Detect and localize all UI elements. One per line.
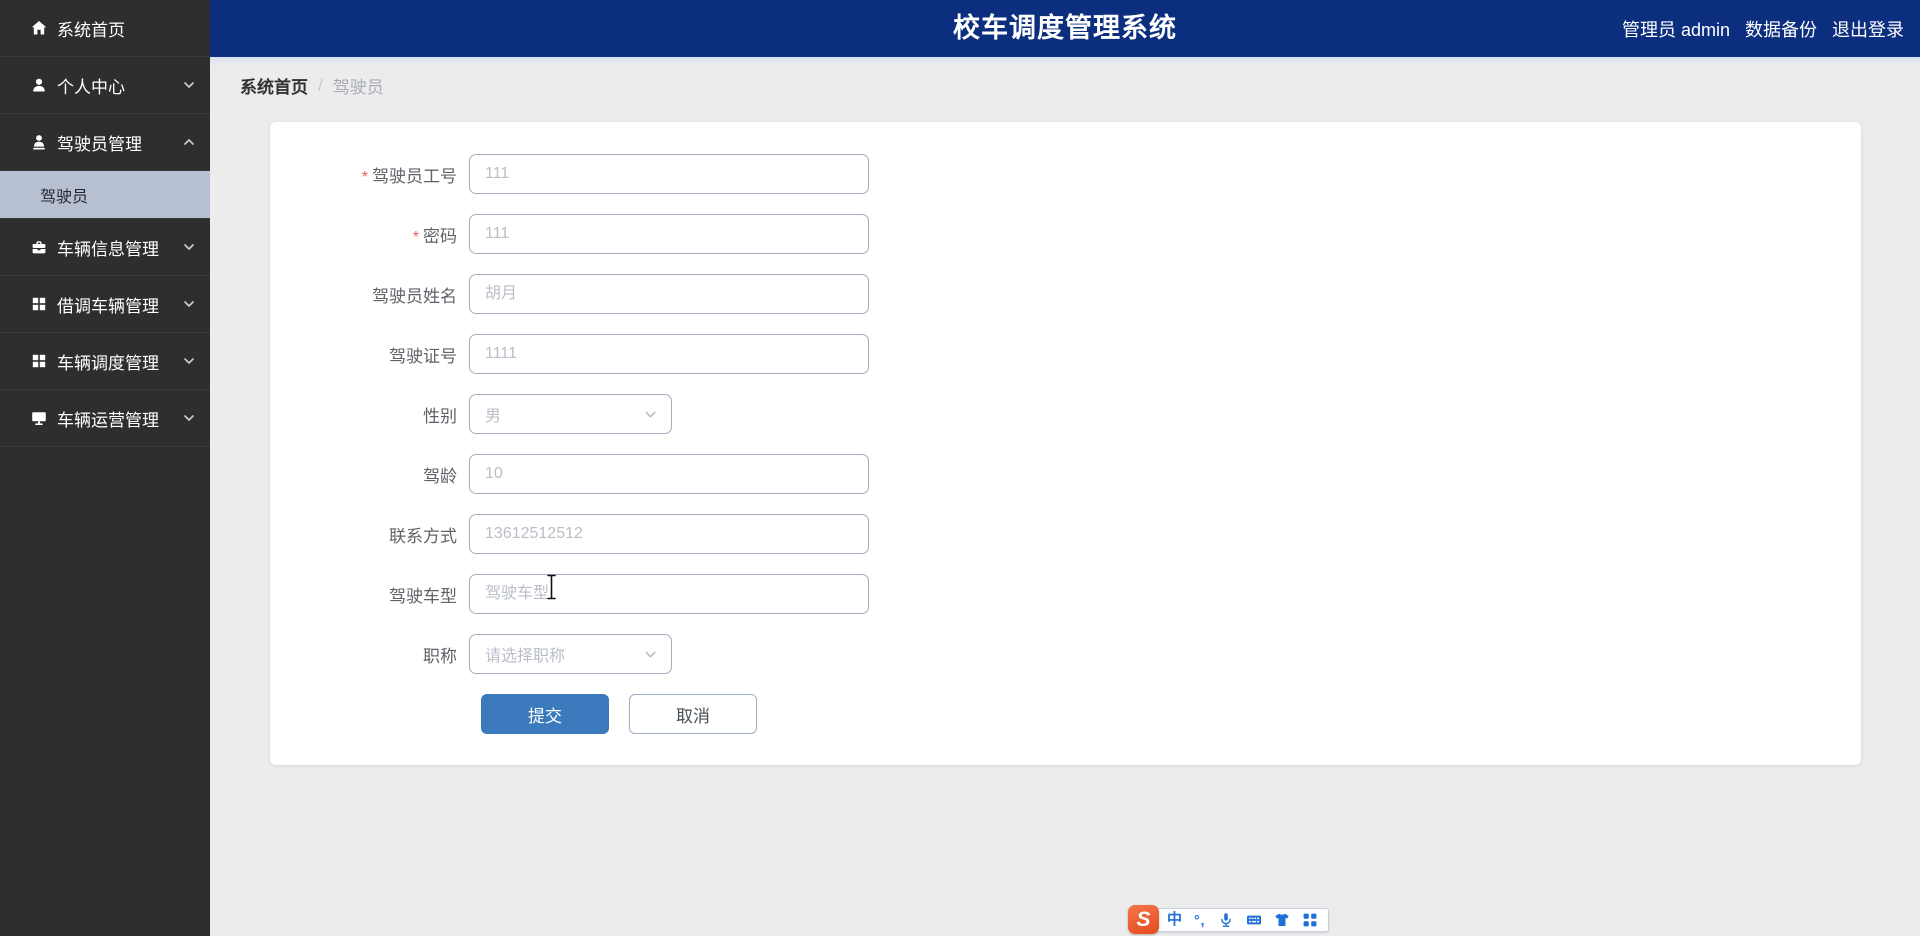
驾龄-input[interactable] xyxy=(469,454,869,494)
form-row-7: 驾驶车型 xyxy=(270,574,1861,614)
chevron-down-icon xyxy=(643,647,658,662)
chevron-up-icon xyxy=(182,135,196,149)
field-label: * 密码 xyxy=(412,226,457,246)
sidebar-item-label: 车辆调度管理 xyxy=(57,353,159,373)
sogou-logo[interactable]: S xyxy=(1128,905,1159,934)
form-row-8: 职称 请选择职称 xyxy=(270,634,1861,674)
form-row-1: * 密码 xyxy=(270,214,1861,254)
form-row-4: 性别 男 xyxy=(270,394,1861,434)
sidebar-item-0[interactable]: 系统首页 xyxy=(0,0,210,57)
sidebar-item-label: 系统首页 xyxy=(57,20,125,40)
sidebar-item-6[interactable]: 车辆运营管理 xyxy=(0,390,210,447)
data-backup-link[interactable]: 数据备份 xyxy=(1745,16,1817,42)
field-label: 职称 xyxy=(423,646,457,666)
form-row-2: 驾驶员姓名 xyxy=(270,274,1861,314)
field-label: 驾龄 xyxy=(423,466,457,486)
grid-icon xyxy=(30,352,48,370)
driver-icon xyxy=(30,133,48,151)
field-label: 性别 xyxy=(423,406,457,426)
chevron-down-icon xyxy=(182,297,196,311)
soft-keyboard-icon[interactable] xyxy=(1246,912,1262,928)
cancel-button[interactable]: 取消 xyxy=(629,694,757,734)
驾驶员姓名-input[interactable] xyxy=(469,274,869,314)
driver-form-panel: *驾驶员工号 *密码驾驶员姓名驾驶证号性别 男驾龄联系方式驾驶车型职称 请选择职称 提… xyxy=(270,122,1861,765)
monitor-icon xyxy=(30,409,48,427)
chevron-down-icon xyxy=(182,240,196,254)
form-rows: *驾驶员工号 *密码驾驶员姓名驾驶证号性别 男驾龄联系方式驾驶车型职称 请选择职称 xyxy=(270,154,1861,674)
field-label: 驾驶员姓名 xyxy=(372,286,457,306)
chevron-down-icon xyxy=(182,411,196,425)
驾驶员工号-input[interactable] xyxy=(469,154,869,194)
required-asterisk: * xyxy=(361,168,368,186)
user-icon xyxy=(30,76,48,94)
field-label: 驾驶证号 xyxy=(389,346,457,366)
chinese-mode-icon[interactable]: 中 xyxy=(1167,912,1182,927)
chevron-down-icon xyxy=(643,407,658,422)
microphone-icon[interactable] xyxy=(1218,912,1234,928)
field-label: 联系方式 xyxy=(389,526,457,546)
select-value: 请选择职称 xyxy=(485,648,566,665)
sidebar-item-4[interactable]: 借调车辆管理 xyxy=(0,276,210,333)
联系方式-input[interactable] xyxy=(469,514,869,554)
form-row-5: 驾龄 xyxy=(270,454,1861,494)
field-label: * 驾驶员工号 xyxy=(361,166,457,186)
sidebar-item-2[interactable]: 驾驶员管理 xyxy=(0,114,210,171)
驾驶证号-input[interactable] xyxy=(469,334,869,374)
submit-button[interactable]: 提交 xyxy=(481,694,609,734)
logout-link[interactable]: 退出登录 xyxy=(1832,16,1904,42)
breadcrumb: 系统首页 / 驾驶员 xyxy=(240,73,384,98)
form-row-6: 联系方式 xyxy=(270,514,1861,554)
home-icon xyxy=(30,19,48,37)
sidebar-item-label: 驾驶员管理 xyxy=(57,134,142,154)
ime-bar: 中 °, xyxy=(1154,907,1329,932)
breadcrumb-current: 驾驶员 xyxy=(332,78,384,97)
chevron-down-icon xyxy=(182,354,196,368)
sidebar-item-5[interactable]: 车辆调度管理 xyxy=(0,333,210,390)
header-actions: 管理员 admin 数据备份 退出登录 xyxy=(1622,0,1904,57)
current-user-label[interactable]: 管理员 admin xyxy=(1622,16,1730,42)
sidebar-subitem-驾驶员[interactable]: 驾驶员 xyxy=(0,171,210,219)
briefcase-icon xyxy=(30,238,48,256)
chevron-down-icon xyxy=(182,78,196,92)
form-buttons: 提交 取消 xyxy=(481,694,1861,734)
field-label: 驾驶车型 xyxy=(389,586,457,606)
required-asterisk: * xyxy=(412,228,419,246)
breadcrumb-home[interactable]: 系统首页 xyxy=(240,73,308,98)
form-row-3: 驾驶证号 xyxy=(270,334,1861,374)
sidebar-item-label: 个人中心 xyxy=(57,77,125,97)
toolbox-icon[interactable] xyxy=(1302,912,1318,928)
breadcrumb-separator: / xyxy=(318,75,323,95)
sidebar-item-label: 车辆信息管理 xyxy=(57,239,159,259)
sidebar-item-3[interactable]: 车辆信息管理 xyxy=(0,219,210,276)
密码-input[interactable] xyxy=(469,214,869,254)
sidebar-item-label: 借调车辆管理 xyxy=(57,296,159,316)
form-row-0: * 驾驶员工号 xyxy=(270,154,1861,194)
ime-toolbar: S 中 °, xyxy=(1128,905,1329,934)
职称-select[interactable]: 请选择职称 xyxy=(469,634,672,674)
top-header: 校车调度管理系统 管理员 admin 数据备份 退出登录 xyxy=(210,0,1920,57)
skin-icon[interactable] xyxy=(1274,912,1290,928)
app-root: 系统首页 个人中心 驾驶员管理 驾驶员 车辆信息管理 借调车辆管理 车辆调度管理 车辆运营管理… xyxy=(0,0,1920,936)
grid-icon xyxy=(30,295,48,313)
驾驶车型-input[interactable] xyxy=(469,574,869,614)
sidebar-item-label: 车辆运营管理 xyxy=(57,410,159,430)
content-area: 系统首页 / 驾驶员 *驾驶员工号*密码驾驶员姓名驾驶证号性别男驾龄联系方式驾驶… xyxy=(210,57,1920,936)
性别-select[interactable]: 男 xyxy=(469,394,672,434)
select-value: 男 xyxy=(485,408,502,425)
punctuation-icon[interactable]: °, xyxy=(1194,913,1206,927)
sidebar: 系统首页个人中心驾驶员管理驾驶员车辆信息管理 借调车辆管理 车辆调度管理 车辆运营管理 xyxy=(0,0,210,936)
sidebar-item-1[interactable]: 个人中心 xyxy=(0,57,210,114)
